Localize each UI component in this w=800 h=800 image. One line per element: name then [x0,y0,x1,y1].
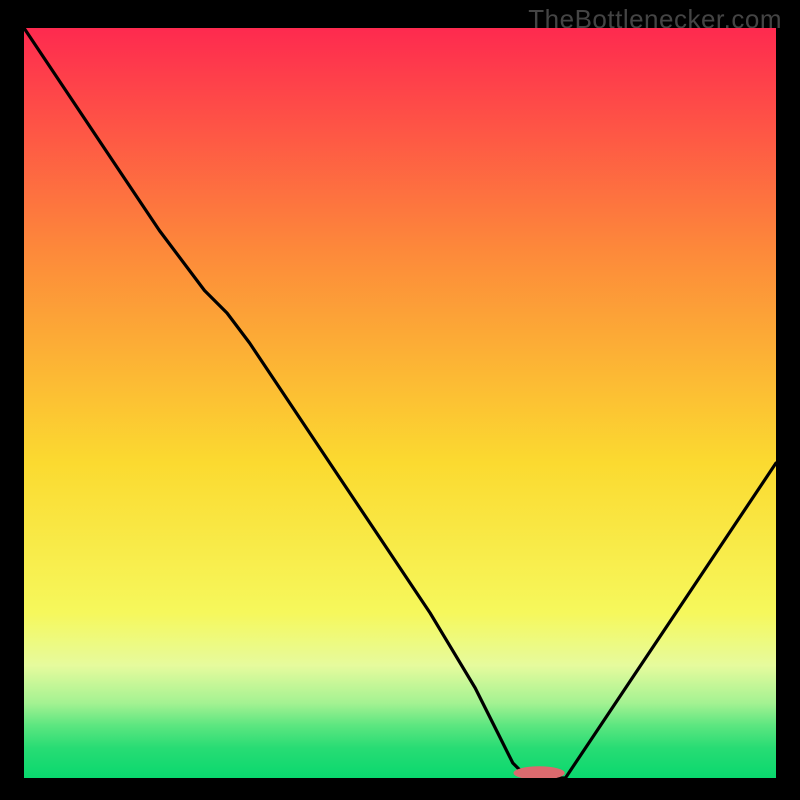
chart-frame: TheBottlenecker.com [0,0,800,800]
plot-area [24,28,776,778]
chart-svg [24,28,776,778]
gradient-background [24,28,776,778]
